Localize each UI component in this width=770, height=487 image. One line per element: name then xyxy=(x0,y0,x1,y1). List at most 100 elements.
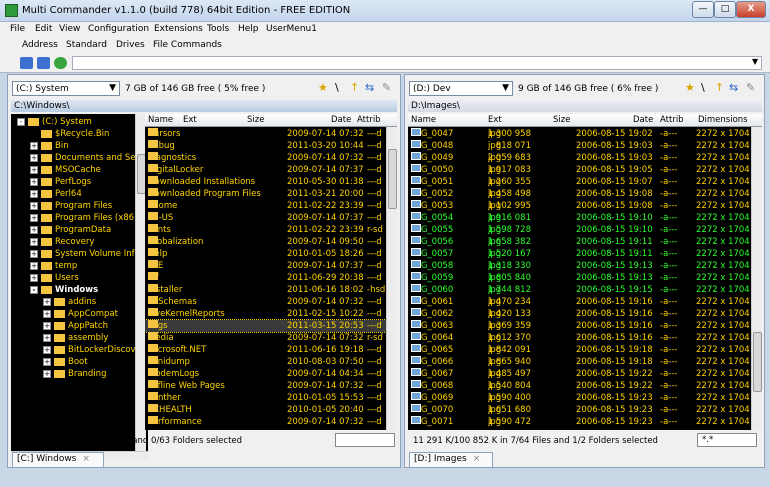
table-row[interactable]: IMG_0056 jpg 1 658 382 2006-08-15 19:11 -a--… xyxy=(408,236,751,248)
col-name[interactable]: Name xyxy=(148,115,173,125)
tree-item[interactable]: +System Volume Information xyxy=(30,248,148,260)
col-date[interactable]: Date xyxy=(331,115,351,125)
expand-toggle[interactable]: + xyxy=(30,177,38,186)
tree-item[interactable]: + MSOCache xyxy=(30,164,101,176)
table-row[interactable]: Minidump 2010-08-03 07:50 ---d xyxy=(145,356,386,368)
table-row[interactable]: Panther 2010-01-05 15:53 ---d xyxy=(145,392,386,404)
address-input[interactable] xyxy=(72,56,762,70)
table-row[interactable]: IMG_0058 jpg 1 318 330 2006-08-15 19:13 -a--… xyxy=(408,260,751,272)
pin-icon[interactable]: ✎ xyxy=(746,82,755,94)
tree-item[interactable]: + Program Files xyxy=(30,200,112,212)
table-row[interactable]: IMG_0054 jpg 1 916 081 2006-08-15 19:10 -a--… xyxy=(408,212,751,224)
parent-folder-icon[interactable]: ↑ xyxy=(350,82,359,94)
table-row[interactable]: IMG_0050 jpg 1 917 083 2006-08-15 19:05 -a--… xyxy=(408,164,751,176)
col-size[interactable]: Size xyxy=(247,115,264,125)
table-row[interactable]: IMG_0061 jpg 1 470 234 2006-08-15 19:16 -a--… xyxy=(408,296,751,308)
expand-toggle[interactable]: + xyxy=(43,321,51,330)
folder-star-icon[interactable]: ★ xyxy=(318,82,328,94)
refresh-icon[interactable]: ⇆ xyxy=(729,82,738,94)
tree-item[interactable]: + Recovery xyxy=(30,236,94,248)
table-row[interactable]: IMG_0068 jpg 1 540 804 2006-08-15 19:22 -a--… xyxy=(408,380,751,392)
table-row[interactable]: IMG_0066 jpg 1 865 940 2006-08-15 19:18 -a--… xyxy=(408,356,751,368)
tree-item[interactable]: + Branding xyxy=(43,368,106,380)
table-row[interactable]: IMG_0049 jpg 2 059 683 2006-08-15 19:03 -a--… xyxy=(408,152,751,164)
address-dropdown-icon[interactable]: ▼ xyxy=(752,57,758,66)
expand-toggle[interactable]: + xyxy=(43,309,51,318)
folder-star-icon[interactable]: ★ xyxy=(685,82,695,94)
tree-item[interactable]: +BitLockerDiscoveryVolume xyxy=(43,344,148,356)
table-row[interactable]: IMG_0053 jpg 1 102 995 2006-08-15 19:08 -a--… xyxy=(408,200,751,212)
col-name[interactable]: Name xyxy=(411,115,436,125)
tab-address[interactable]: Address xyxy=(22,40,58,50)
back-icon[interactable] xyxy=(20,57,33,69)
table-row[interactable]: IMG_0060 jpg 1 744 812 2006-08-15 19:15 -a--… xyxy=(408,284,751,296)
pin-icon[interactable]: ✎ xyxy=(382,82,391,94)
table-row[interactable]: IMG_0051 jpg 1 260 355 2006-08-15 19:07 -a--… xyxy=(408,176,751,188)
menu-configuration[interactable]: Configuration xyxy=(88,24,149,34)
tree-item[interactable]: + ProgramData xyxy=(30,224,111,236)
expand-toggle[interactable]: + xyxy=(30,153,38,162)
table-row[interactable]: IMG_0070 jpg 1 651 680 2006-08-15 19:23 -a--… xyxy=(408,404,751,416)
table-row[interactable]: Microsoft.NET 2011-06-16 19:18 ---d xyxy=(145,344,386,356)
menu-usermenu1[interactable]: UserMenu1 xyxy=(266,24,317,34)
menu-tools[interactable]: Tools xyxy=(207,24,229,34)
expand-toggle[interactable]: + xyxy=(30,237,38,246)
expand-toggle[interactable]: + xyxy=(30,141,38,150)
expand-toggle[interactable]: + xyxy=(43,357,51,366)
expand-toggle[interactable]: + xyxy=(30,213,38,222)
table-row[interactable]: Cursors 2009-07-14 07:32 ---d xyxy=(145,128,386,140)
tree-item[interactable]: + addins xyxy=(43,296,96,308)
left-vscrollbar[interactable] xyxy=(386,127,397,430)
go-icon[interactable] xyxy=(54,57,67,69)
tab-drives[interactable]: Drives xyxy=(116,40,145,50)
expand-toggle[interactable]: + xyxy=(30,261,38,270)
table-row[interactable]: IMG_0059 jpg 1 805 840 2006-08-15 19:13 -a--… xyxy=(408,272,751,284)
table-row[interactable]: Help 2010-01-05 18:26---d xyxy=(145,248,386,260)
expand-toggle[interactable]: + xyxy=(30,249,38,258)
right-vscrollbar[interactable] xyxy=(751,127,762,430)
table-row[interactable]: IMG_0055 jpg 1 598 728 2006-08-15 19:10 -a--… xyxy=(408,224,751,236)
tab-standard[interactable]: Standard xyxy=(66,40,107,50)
table-row[interactable]: inf 2011-06-29 20:38---d xyxy=(145,272,386,284)
expand-toggle[interactable]: + xyxy=(30,201,38,210)
col-ext[interactable]: Ext xyxy=(488,115,502,125)
table-row[interactable]: diagnostics 2009-07-14 07:32 ---d xyxy=(145,152,386,164)
table-row[interactable]: Media 2009-07-14 07:32 r-sd xyxy=(145,332,386,344)
table-row[interactable]: IMG_0064 jpg 1 612 370 2006-08-15 19:16 -a--… xyxy=(408,332,751,344)
tree-item[interactable]: + Program Files (x86) xyxy=(30,212,137,224)
left-drive-select[interactable]: (C:) System ▼ xyxy=(12,81,120,96)
tree-item[interactable]: + assembly xyxy=(43,332,108,344)
refresh-icon[interactable]: ⇆ xyxy=(365,82,374,94)
tree-item[interactable]: + Perl64 xyxy=(30,188,82,200)
col-ext[interactable]: Ext xyxy=(183,115,197,125)
expand-toggle[interactable]: - xyxy=(17,117,25,126)
table-row[interactable]: IMG_0057 jpg 1 520 167 2006-08-15 19:11 -a--… xyxy=(408,248,751,260)
col-date[interactable]: Date xyxy=(633,115,653,125)
table-row[interactable]: IMG_0052 jpg 1 458 498 2006-08-15 19:08 -a--… xyxy=(408,188,751,200)
root-icon[interactable]: \ xyxy=(335,82,339,94)
table-row[interactable]: Downloaded Program Files 2011-03-21 20:00… xyxy=(145,188,386,200)
tree-item[interactable]: + AppPatch xyxy=(43,320,108,332)
table-row[interactable]: IMG_0071 jpg 1 590 472 2006-08-15 19:23 -a--… xyxy=(408,416,751,428)
menu-edit[interactable]: Edit xyxy=(35,24,52,34)
tree-item[interactable]: + Boot xyxy=(43,356,88,368)
table-row[interactable]: IMG_0062 jpg 1 420 133 2006-08-15 19:16 -a--… xyxy=(408,308,751,320)
tree-item[interactable]: +Documents and Settings xyxy=(30,152,148,164)
left-vscroll-thumb[interactable] xyxy=(388,149,397,209)
tree-item[interactable]: + AppCompat xyxy=(43,308,118,320)
table-row[interactable]: Globalization 2009-07-14 09:50 ---d xyxy=(145,236,386,248)
table-row[interactable]: IMG_0063 jpg 1 369 359 2006-08-15 19:16 -a--… xyxy=(408,320,751,332)
tree-item[interactable]: + Users xyxy=(30,272,79,284)
close-icon[interactable]: × xyxy=(82,454,90,464)
table-row[interactable]: debug 2011-03-20 10:44 ---d xyxy=(145,140,386,152)
tree-item[interactable]: $Recycle.Bin xyxy=(30,128,109,140)
expand-toggle[interactable]: + xyxy=(43,345,51,354)
table-row[interactable]: Logs 2011-03-15 20:53---d xyxy=(145,319,387,333)
left-filter-input[interactable] xyxy=(335,433,395,447)
table-row[interactable]: ehome 2011-02-22 23:39 ---d xyxy=(145,200,386,212)
table-row[interactable]: Fonts 2011-02-22 23:39 r-sd xyxy=(145,224,386,236)
table-row[interactable]: IMG_0047 jpg 1 300 958 2006-08-15 19:02 -a--… xyxy=(408,128,751,140)
menu-help[interactable]: Help xyxy=(238,24,259,34)
col-attrib[interactable]: Attrib xyxy=(357,115,381,125)
expand-toggle[interactable]: + xyxy=(43,369,51,378)
